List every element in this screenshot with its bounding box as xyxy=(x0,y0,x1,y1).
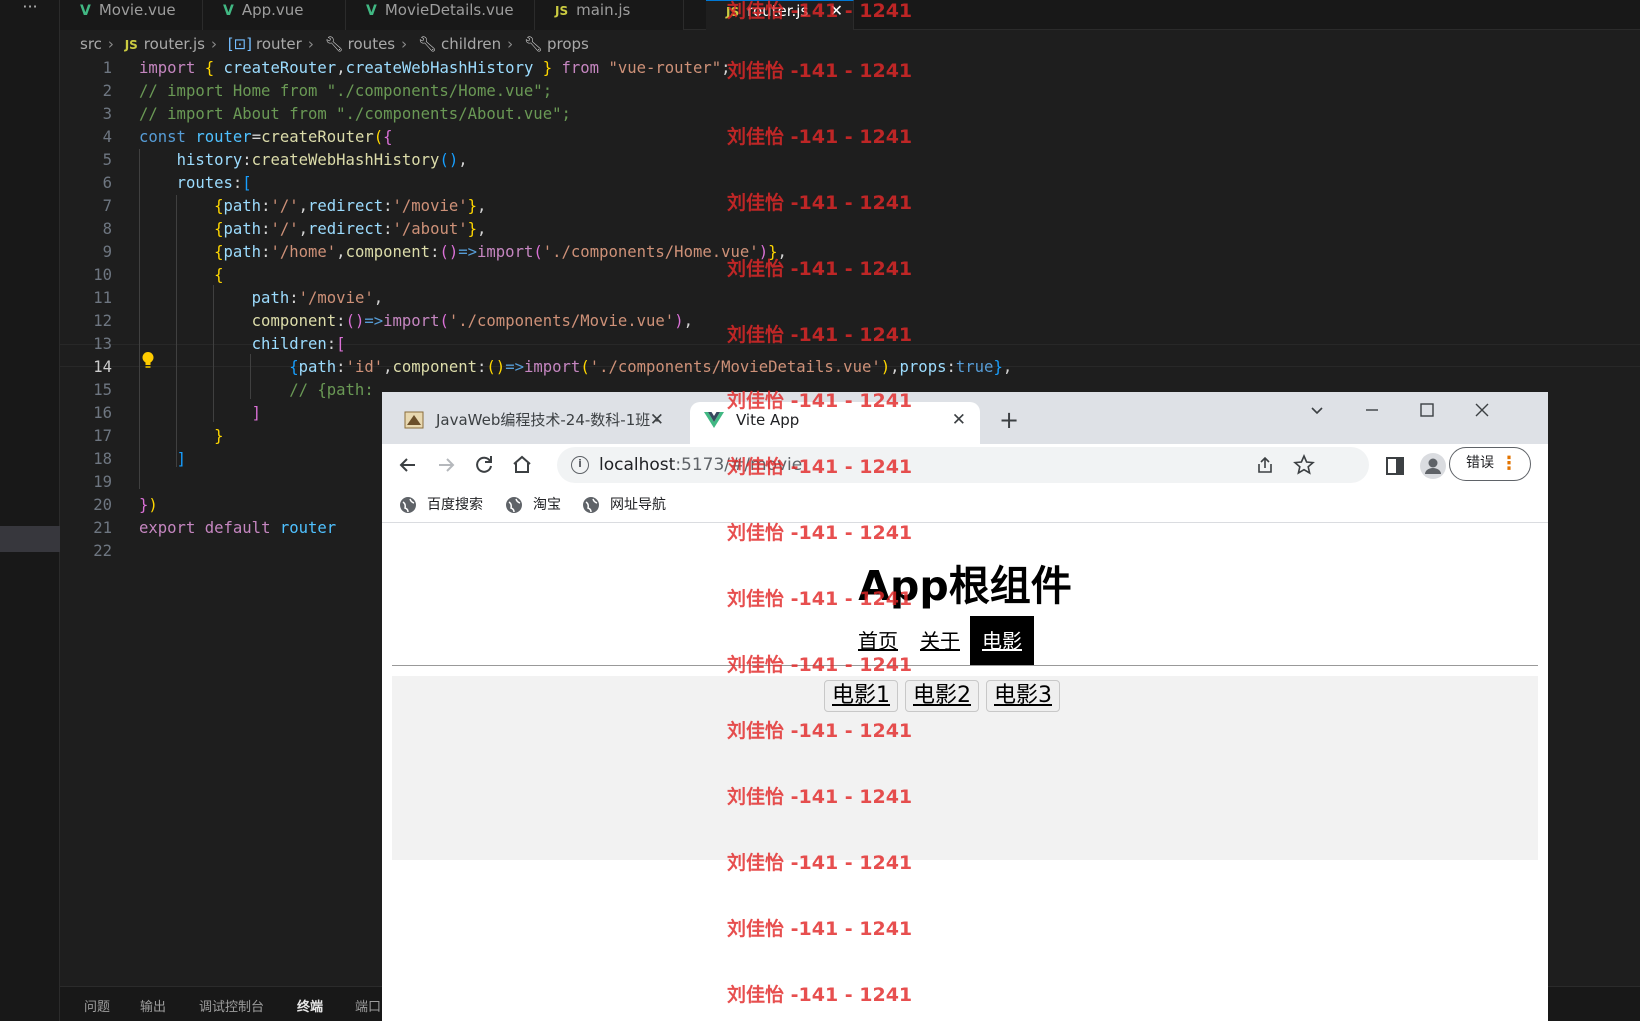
back-arrow-icon[interactable] xyxy=(395,452,421,478)
url-text: localhost:5173/#/movie xyxy=(599,447,802,483)
bookmark-baidu[interactable]: 百度搜索 xyxy=(399,493,483,517)
close-tab-icon[interactable]: ✕ xyxy=(650,402,664,438)
new-tab-button[interactable]: + xyxy=(999,406,1019,434)
movie-link-3[interactable]: 电影3 xyxy=(986,680,1060,712)
wrench-icon: 🔧︎ xyxy=(523,35,543,53)
panel-tab-terminal[interactable]: 终端 xyxy=(297,996,323,1015)
movie-link-2[interactable]: 电影2 xyxy=(905,680,979,712)
breadcrumb-symbol-router[interactable]: router xyxy=(256,35,302,53)
vue-logo-icon xyxy=(704,412,724,428)
breadcrumb-symbol-routes[interactable]: routes xyxy=(348,35,395,53)
vue-icon: V xyxy=(223,3,234,19)
panel-tab-debug-console[interactable]: 调试控制台 xyxy=(199,996,264,1015)
activity-selection[interactable] xyxy=(0,526,60,552)
nav-link-about[interactable]: 关于 xyxy=(908,616,972,666)
menu-kebab-icon: ⋮ xyxy=(1500,453,1518,474)
maximize-icon[interactable] xyxy=(1417,400,1437,420)
nav-link-home[interactable]: 首页 xyxy=(846,616,910,666)
movie-sub-nav: 电影1 电影2 电影3 xyxy=(392,676,1538,860)
bookmark-url-nav[interactable]: 网址导航 xyxy=(582,493,666,517)
web-page-content: App根组件 首页 关于 电影 电影1 电影2 电影3 xyxy=(382,524,1548,1021)
share-icon[interactable] xyxy=(1255,455,1275,475)
site-info-icon[interactable]: i xyxy=(571,456,589,474)
breadcrumb: src › JS router.js › [⊡] router › 🔧︎ routes › 🔧… xyxy=(80,35,589,53)
close-window-icon[interactable] xyxy=(1472,400,1492,420)
globe-icon xyxy=(400,497,416,513)
breadcrumb-symbol-props[interactable]: props xyxy=(547,35,589,53)
wrench-icon: 🔧︎ xyxy=(324,35,344,53)
nav-link-movie[interactable]: 电影 xyxy=(970,616,1034,666)
browser-tab-vite-app[interactable]: Vite App ✕ xyxy=(690,402,980,444)
browser-tab-javaweb[interactable]: JavaWeb编程技术-24-数科-1班 - ✕ xyxy=(390,402,678,444)
variable-icon: [⊡] xyxy=(227,35,253,53)
profile-avatar-icon[interactable] xyxy=(1419,452,1447,480)
main-nav: 首页 关于 电影 xyxy=(382,616,1548,666)
browser-tab-title: Vite App xyxy=(736,411,800,429)
url-path: :5173/#/movie xyxy=(675,455,803,475)
bookmark-label: 网址导航 xyxy=(610,497,666,513)
bookmark-label: 淘宝 xyxy=(533,497,561,513)
course-favicon-icon xyxy=(404,411,424,429)
tab-label: main.js xyxy=(576,1,631,19)
tab-movie-vue[interactable]: V Movie.vue xyxy=(60,0,203,30)
tab-app-vue[interactable]: V App.vue xyxy=(203,0,346,30)
address-bar[interactable]: i localhost:5173/#/movie xyxy=(557,447,1369,483)
close-tab-icon[interactable]: ✕ xyxy=(952,402,966,438)
js-icon: JS xyxy=(124,38,138,52)
lightbulb-icon[interactable] xyxy=(141,351,155,369)
home-icon[interactable] xyxy=(509,452,535,478)
vue-icon: V xyxy=(80,3,91,19)
breadcrumb-file[interactable]: router.js xyxy=(144,35,205,53)
tab-label: router.js xyxy=(747,2,809,20)
error-button-label: 错误 xyxy=(1466,455,1494,471)
tab-label: Movie.vue xyxy=(98,1,176,19)
globe-icon xyxy=(583,497,599,513)
panel-tab-ports[interactable]: 端口 xyxy=(355,996,381,1015)
js-icon: JS xyxy=(555,4,569,18)
tab-label: App.vue xyxy=(241,1,304,19)
divider xyxy=(392,665,1538,666)
browser-toolbar: i localhost:5173/#/movie 错误 ⋮ xyxy=(382,444,1548,487)
bookmarks-bar: 百度搜索 淘宝 网址导航 xyxy=(382,487,1548,523)
side-panel-icon[interactable] xyxy=(1385,456,1405,476)
close-icon[interactable]: ✕ xyxy=(830,1,843,21)
js-icon: JS xyxy=(726,5,740,19)
vue-icon: V xyxy=(366,3,377,19)
breadcrumb-symbol-children[interactable]: children xyxy=(441,35,501,53)
wrench-icon: 🔧︎ xyxy=(417,35,437,53)
bookmark-taobao[interactable]: 淘宝 xyxy=(505,493,561,517)
browser-tab-strip: JavaWeb编程技术-24-数科-1班 - ✕ Vite App ✕ + xyxy=(382,392,1548,444)
tab-main-js[interactable]: JS main.js xyxy=(535,0,684,30)
tab-moviedetails-vue[interactable]: V MovieDetails.vue xyxy=(346,0,535,30)
minimize-icon[interactable] xyxy=(1362,400,1382,420)
bookmark-star-icon[interactable] xyxy=(1293,454,1315,476)
panel-tab-output[interactable]: 输出 xyxy=(140,996,166,1015)
url-host: localhost xyxy=(599,455,676,475)
tab-router-js[interactable]: JS router.js ✕ xyxy=(706,0,854,30)
activity-bar: ··· xyxy=(0,0,60,1021)
browser-window: JavaWeb编程技术-24-数科-1班 - ✕ Vite App ✕ + i … xyxy=(382,392,1548,1021)
more-actions-icon[interactable]: ··· xyxy=(0,0,60,20)
breadcrumb-folder[interactable]: src xyxy=(80,35,102,53)
browser-tab-title: JavaWeb编程技术-24-数科-1班 - xyxy=(436,411,661,429)
app-title: App根组件 xyxy=(858,562,1072,610)
tab-search-chevron-icon[interactable] xyxy=(1307,400,1327,420)
forward-arrow-icon[interactable] xyxy=(433,452,459,478)
reload-icon[interactable] xyxy=(471,452,497,478)
globe-icon xyxy=(506,497,522,513)
movie-link-1[interactable]: 电影1 xyxy=(824,680,898,712)
bookmark-label: 百度搜索 xyxy=(427,497,483,513)
editor-tab-bar: V Movie.vue V App.vue V MovieDetails.vue JS… xyxy=(60,0,1640,30)
tab-label: MovieDetails.vue xyxy=(384,1,514,19)
error-button[interactable]: 错误 ⋮ xyxy=(1449,447,1531,481)
panel-tab-problems[interactable]: 问题 xyxy=(84,996,110,1015)
